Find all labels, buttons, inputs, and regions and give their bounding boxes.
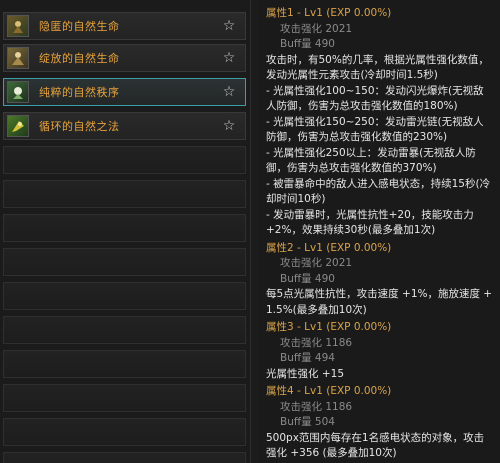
nature-life-bloom-icon [7,47,29,69]
effect-line: 光属性强化 +15 [266,367,344,380]
skill-window: 隐匿的自然生命 ☆ 绽放的自然生命 ☆ 纯粹的自然秩序 ☆ 循环的自然之法 ☆ [0,0,500,463]
empty-skill-slot[interactable] [3,214,246,242]
attribute-block: 属性1 - Lv1 (EXP 0.00%) 攻击强化 2021 Buff量 49… [266,6,494,239]
attribute-block: 属性2 - Lv1 (EXP 0.00%) 攻击强化 2021 Buff量 49… [266,241,494,319]
effect-line: 每5点光属性抗性，攻击速度 +1%，施放速度 + 1.5%(最多叠加10次) [266,288,493,316]
star-outline-icon[interactable]: ☆ [219,50,239,66]
attack-stat: 攻击强化 1186 [280,336,353,349]
empty-skill-slot[interactable] [3,452,246,463]
attack-stat: 攻击强化 2021 [280,22,353,35]
effect-line: - 光属性强化250以上：发动雷暴(无视敌人防御，伤害为总攻击强化数值的370%… [266,146,476,175]
empty-skill-slot[interactable] [3,282,246,310]
nature-order-icon [7,81,29,103]
empty-skill-slot[interactable] [3,316,246,344]
empty-skill-slot[interactable] [3,418,246,446]
effect-line: - 光属性强化150~250：发动雷光链(无视敌人防御，伤害为总攻击强化数值的2… [266,115,484,144]
attack-stat: 攻击强化 2021 [280,257,353,269]
attack-stat: 攻击强化 1186 [280,400,353,413]
effect-line: 攻击时，有50%的几率，根据光属性强化数值，发动光属性元素攻击(冷却时间1.5秒… [266,53,489,82]
empty-skill-slot[interactable] [3,384,246,412]
skill-slot-pure-order[interactable]: 纯粹的自然秩序 ☆ [3,78,246,106]
buff-stat: Buff量 504 [280,416,335,428]
skill-label: 绽放的自然生命 [39,52,120,65]
empty-skill-slot[interactable] [3,248,246,276]
empty-skill-slot[interactable] [3,180,246,208]
skill-slot-hidden-life[interactable]: 隐匿的自然生命 ☆ [3,12,246,40]
skill-slot-cycle-law[interactable]: 循环的自然之法 ☆ [3,112,246,140]
skill-label: 隐匿的自然生命 [39,20,120,33]
attribute-heading: 属性3 - Lv1 (EXP 0.00%) [266,321,392,333]
attribute-heading: 属性4 - Lv1 (EXP 0.00%) [266,385,392,397]
effect-line: - 被雷暴命中的敌人进入感电状态，持续15秒(冷却时间10秒) [266,177,491,206]
empty-skill-slot[interactable] [3,350,246,378]
skill-slot-bloom-life[interactable]: 绽放的自然生命 ☆ [3,44,246,72]
star-outline-icon[interactable]: ☆ [219,18,239,34]
buff-stat: Buff量 490 [280,38,335,50]
effect-line: - 发动雷暴时，光属性抗性+20，技能攻击力 +2%，效果持续30秒(最多叠加1… [266,208,474,237]
star-outline-icon[interactable]: ☆ [219,84,239,100]
nature-life-hidden-icon [7,15,29,37]
skill-detail-panel[interactable]: 属性1 - Lv1 (EXP 0.00%) 攻击强化 2021 Buff量 49… [258,0,500,463]
attribute-heading: 属性1 - Lv1 (EXP 0.00%) [266,7,392,19]
effect-line: - 光属性强化100~150：发动闪光爆炸(无视敌人防御，伤害为总攻击强化数值的… [266,84,484,113]
empty-skill-slot[interactable] [3,146,246,174]
star-outline-icon[interactable]: ☆ [219,118,239,134]
skill-label: 循环的自然之法 [39,120,120,133]
effect-line: 500px范围内每存在1名感电状态的对象，攻击强化 +356 (最多叠加10次) [266,431,485,460]
attribute-heading: 属性2 - Lv1 (EXP 0.00%) [266,241,392,254]
skill-list: 隐匿的自然生命 ☆ 绽放的自然生命 ☆ 纯粹的自然秩序 ☆ 循环的自然之法 ☆ [0,0,251,463]
buff-stat: Buff量 494 [280,352,335,364]
nature-cycle-icon [7,115,29,137]
skill-label: 纯粹的自然秩序 [39,86,120,99]
buff-stat: Buff量 490 [280,272,335,285]
attribute-block: 属性4 - Lv1 (EXP 0.00%) 攻击强化 1186 Buff量 50… [266,384,494,462]
attribute-block: 属性3 - Lv1 (EXP 0.00%) 攻击强化 1186 Buff量 49… [266,320,494,382]
